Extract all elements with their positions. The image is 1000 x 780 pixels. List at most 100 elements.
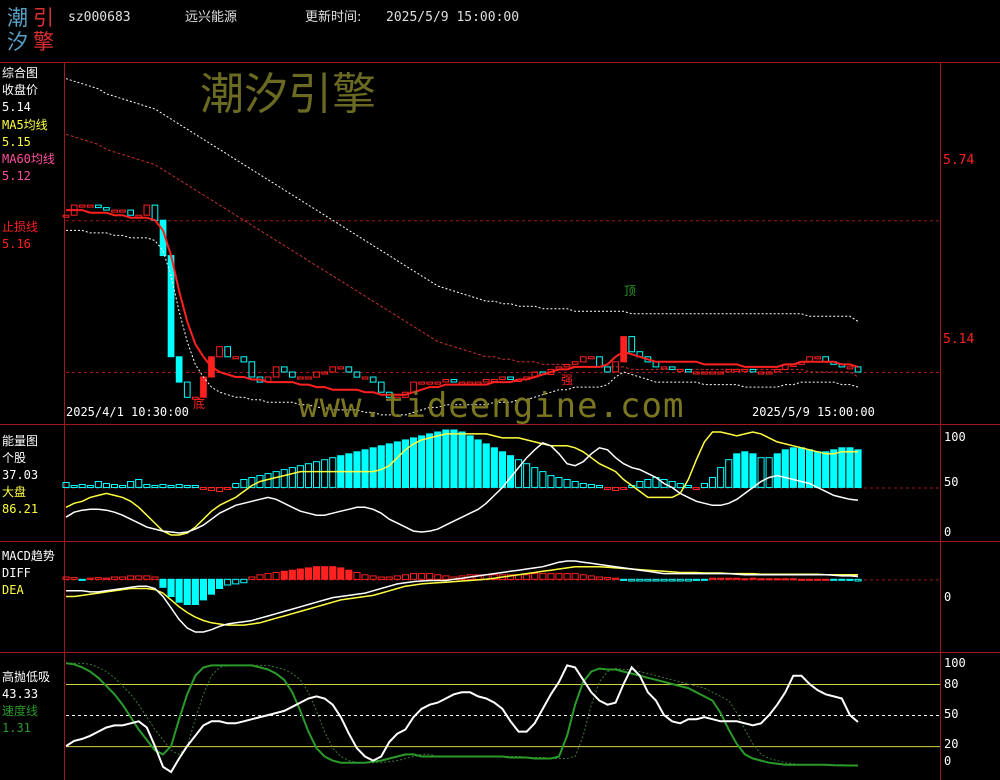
energy-bar	[296, 465, 304, 489]
candle	[733, 368, 741, 372]
energy-bar	[822, 451, 830, 488]
energy-bar	[102, 483, 111, 488]
candle	[95, 204, 102, 209]
energy-bar	[636, 481, 644, 488]
energy-bar	[111, 484, 119, 488]
energy-bar	[733, 453, 741, 488]
osc-tick-80: 80	[944, 677, 959, 691]
candle	[337, 366, 345, 370]
macd-histogram-bar	[781, 578, 789, 581]
candle	[426, 381, 433, 385]
energy-bar	[490, 447, 498, 488]
energy-bar	[765, 457, 773, 488]
candle	[846, 366, 854, 370]
macd-histogram-bar	[749, 577, 757, 580]
candle	[741, 368, 749, 372]
ma60-line	[65, 133, 859, 378]
energy-bar	[119, 485, 127, 488]
macd-histogram-bar	[86, 577, 94, 580]
candle	[563, 363, 571, 368]
energy-bar	[393, 441, 401, 488]
macd-histogram-bar	[385, 576, 393, 580]
energy-bar	[369, 447, 377, 488]
main-panel-title: 综合图	[2, 66, 39, 80]
macd-histogram-bar	[119, 576, 127, 580]
candle	[709, 371, 716, 375]
energy-bar	[127, 481, 135, 488]
macd-histogram-bar	[102, 577, 111, 580]
osc-speed-label: 速度线	[2, 704, 39, 718]
energy-bar	[838, 447, 846, 488]
candle	[499, 376, 506, 380]
candle	[434, 381, 442, 385]
macd-histogram-bar	[418, 573, 426, 580]
candle	[86, 204, 94, 208]
macd-histogram-bar	[296, 568, 304, 580]
macd-histogram-bar	[175, 578, 183, 603]
candle	[717, 371, 724, 375]
osc-panel-title: 高抛低吸	[2, 670, 51, 684]
energy-bar	[288, 467, 296, 488]
macd-histogram-bar	[337, 567, 345, 580]
macd-histogram-bar	[304, 567, 312, 580]
macd-diff-label: DIFF	[2, 566, 31, 580]
candle	[773, 368, 781, 373]
energy-bar	[579, 483, 587, 488]
macd-histogram-bar	[280, 570, 288, 580]
macd-histogram-bar	[822, 578, 830, 581]
candle	[305, 376, 312, 380]
macd-histogram-bar	[191, 578, 199, 605]
energy-bar	[151, 485, 159, 488]
candle	[183, 381, 191, 398]
energy-bar	[814, 451, 822, 488]
candle	[418, 381, 425, 385]
energy-bar	[806, 449, 814, 488]
energy-bar	[595, 485, 604, 488]
close-label: 收盘价	[2, 83, 39, 97]
candle	[579, 356, 587, 363]
energy-bar	[507, 455, 515, 488]
energy-bar	[442, 429, 450, 488]
stock-code: sz000683	[68, 10, 131, 25]
energy-bar	[620, 487, 628, 490]
energy-bar	[272, 471, 280, 489]
candle	[660, 366, 668, 370]
energy-bar	[183, 485, 191, 488]
macd-histogram-bar	[127, 575, 135, 580]
candle	[119, 209, 126, 213]
candle	[482, 379, 490, 383]
energy-bar	[345, 453, 353, 488]
macd-tick-0: 0	[944, 590, 952, 604]
macd-histogram-bar	[773, 578, 781, 581]
macd-panel-title: MACD趋势	[2, 549, 55, 563]
macd-histogram-bar	[547, 573, 555, 580]
macd-histogram-bar	[361, 574, 369, 580]
candle	[103, 207, 110, 211]
energy-bar	[531, 467, 539, 488]
candle	[78, 204, 86, 208]
macd-histogram-bar	[442, 575, 450, 580]
energy-bar	[773, 453, 781, 488]
energy-bar	[854, 449, 862, 488]
energy-bar	[612, 487, 620, 491]
brand-watermark: 潮汐引擎	[200, 69, 376, 120]
candle	[854, 366, 862, 373]
candle	[369, 376, 377, 383]
energy-bar	[426, 433, 434, 488]
macd-histogram-bar	[353, 572, 361, 580]
macd-histogram-bar	[603, 577, 612, 580]
energy-bar	[434, 431, 442, 488]
candle	[507, 376, 514, 380]
macd-histogram-bar	[401, 574, 409, 580]
macd-histogram-bar	[135, 575, 143, 580]
energy-bar	[240, 479, 248, 488]
candle	[685, 368, 692, 373]
candle	[151, 204, 159, 221]
macd-histogram-bar	[531, 573, 539, 580]
update-time: 2025/5/9 15:00:00	[386, 10, 520, 25]
macd-histogram-bar	[216, 578, 224, 589]
osc-value: 43.33	[2, 687, 39, 701]
ma5-value: 5.15	[2, 135, 31, 149]
candle	[450, 379, 458, 383]
energy-tick-100: 100	[944, 430, 966, 444]
